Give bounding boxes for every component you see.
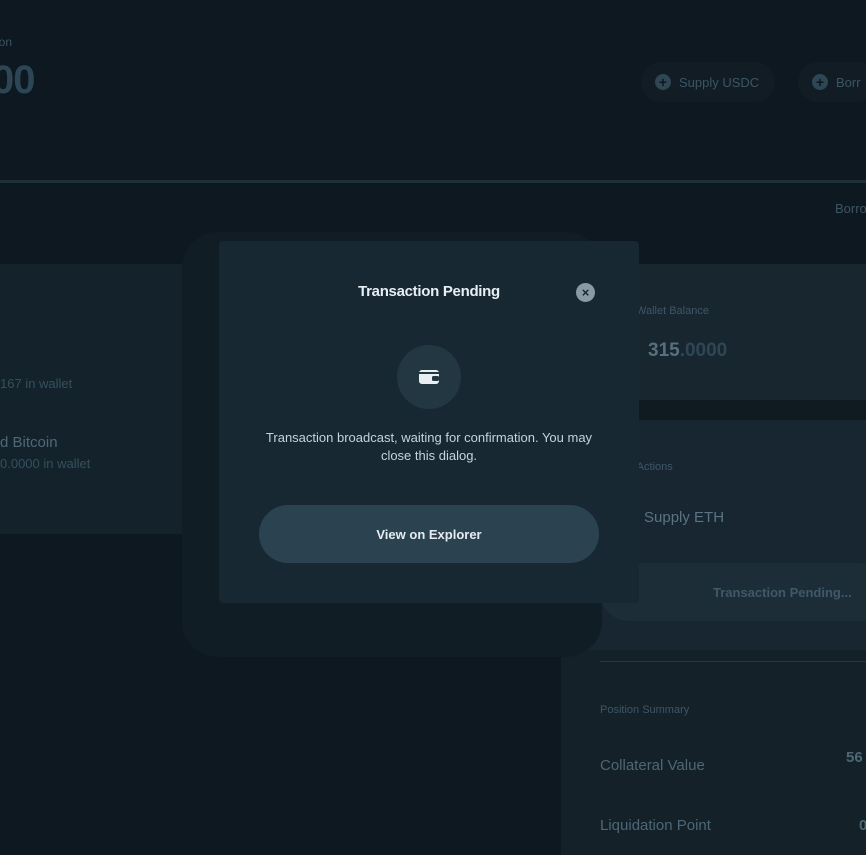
supply-eth-option[interactable]: Supply ETH (644, 509, 724, 526)
dialog-message: Transaction broadcast, waiting for confi… (265, 430, 593, 463)
panel-divider (600, 661, 866, 662)
asset-wallet-balance: 167 in wallet (0, 376, 73, 391)
view-on-explorer-button[interactable]: View on Explorer (259, 505, 599, 563)
tab-borrow[interactable]: Borro (835, 201, 866, 216)
transaction-pending-button[interactable]: Transaction Pending... (600, 563, 866, 621)
plus-icon: + (655, 74, 671, 90)
borrow-label: Borr (836, 74, 861, 90)
supply-usdc-button[interactable]: + Supply USDC (641, 62, 776, 102)
transaction-pending-dialog: Transaction Pending × Transaction broadc… (219, 241, 639, 603)
position-value: 00 (0, 58, 35, 102)
position-label: ion (0, 35, 13, 49)
asset-wallet-balance: 0.0000 in wallet (0, 456, 91, 471)
liquidation-point-value: 0 (859, 817, 866, 834)
borrow-button[interactable]: + Borr (798, 62, 866, 102)
supply-usdc-label: Supply USDC (679, 74, 760, 90)
liquidation-point-label: Liquidation Point (600, 817, 711, 834)
wallet-balance-value: 315.0000 (648, 340, 728, 361)
collateral-value-label: Collateral Value (600, 757, 705, 774)
collateral-value: 56 (846, 749, 863, 766)
asset-name[interactable]: d Bitcoin (0, 434, 58, 451)
wallet-icon (397, 345, 461, 409)
plus-icon: + (812, 74, 828, 90)
close-icon[interactable]: × (576, 283, 595, 302)
header-divider (0, 180, 866, 183)
wallet-balance-title: Wallet Balance (636, 305, 709, 317)
position-summary-title: Position Summary (600, 704, 690, 716)
